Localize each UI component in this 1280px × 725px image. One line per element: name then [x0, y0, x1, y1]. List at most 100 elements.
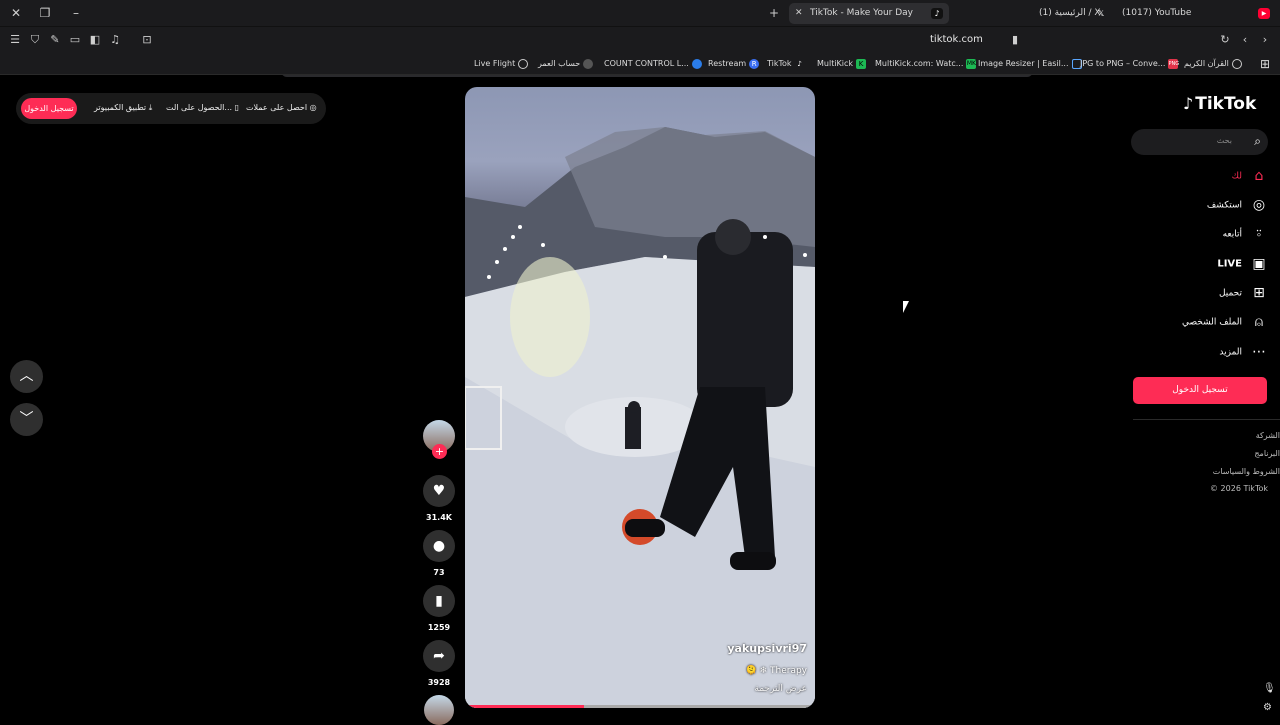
coin-icon: ◎ — [309, 103, 317, 112]
bookmark-restream[interactable]: Restream R — [708, 53, 762, 75]
menu-icon[interactable]: ☰ — [8, 33, 22, 47]
video-username[interactable]: yakupsivri97 — [727, 642, 807, 655]
video-player[interactable]: yakupsivri97 🫠 ❄ Therapy عرض الترجمة — [465, 87, 815, 708]
reload-icon[interactable]: ↻ — [1218, 33, 1232, 47]
tab-tiktok[interactable]: ✕ TikTok - Make Your Day ♪ — [789, 3, 949, 24]
footer-copyright: © 2026 TikTok — [1210, 484, 1268, 493]
back-icon[interactable]: ‹ — [1238, 33, 1252, 47]
profile-icon: ⍝ — [1254, 314, 1264, 330]
live-tv-icon: ▣ — [1252, 256, 1266, 272]
youtube-favicon-icon: ▶ — [1258, 8, 1270, 19]
sidebar-divider — [1133, 419, 1280, 420]
nav-following[interactable]: أتابعه ⍤ — [1223, 223, 1268, 245]
bookmark-age-calc[interactable]: حساب العمر — [538, 53, 596, 75]
url-text[interactable]: tiktok.com — [930, 34, 983, 45]
bookmark-jpg-to-png[interactable]: JPG to PNG – Conve... PNG — [1080, 53, 1181, 75]
video-progress-fill — [465, 705, 584, 708]
music-icon[interactable]: ♫ — [108, 33, 122, 47]
nav-profile[interactable]: الملف الشخصي ⍝ — [1182, 311, 1268, 333]
comment-icon: ● — [432, 538, 446, 554]
bookmark-image-resizer[interactable]: Image Resizer | Easil... — [978, 53, 1085, 75]
video-caption: 🫠 ❄ Therapy — [745, 666, 807, 676]
minimize-window-icon[interactable]: – — [68, 5, 84, 21]
tiktok-note-icon: ♪ — [1183, 94, 1194, 113]
screenshot-icon[interactable]: ⊡ — [140, 33, 154, 47]
chevron-up-icon: ︿ — [19, 368, 34, 384]
extensions-icon[interactable]: ✎ — [48, 33, 62, 47]
creator-avatar[interactable]: + — [423, 420, 455, 459]
restore-window-icon[interactable]: ❐ — [37, 5, 53, 21]
footer-program-link[interactable]: البرنامج — [1254, 449, 1280, 458]
tab-x[interactable]: (1) الرئيسية / X 𝕏 — [1035, 3, 1110, 24]
comment-button[interactable]: ● — [423, 530, 455, 562]
like-button[interactable]: ♥ — [423, 475, 455, 507]
heart-icon: ♥ — [432, 483, 446, 499]
tiktok-icon: ♪ — [797, 59, 802, 68]
bookmarks-bar: Live Flight حساب العمر COUNT CONTROL L..… — [0, 53, 1280, 75]
bookmark-tiktok[interactable]: TikTok ♪ — [767, 53, 808, 75]
home-icon: ⌂ — [1254, 168, 1264, 184]
show-translation-link[interactable]: عرض الترجمة — [754, 684, 807, 694]
video-progress-bar[interactable] — [465, 705, 815, 708]
globe-icon — [518, 58, 529, 69]
previous-video-button[interactable]: ︿ — [10, 360, 43, 393]
nav-explore[interactable]: استكشف ◎ — [1207, 194, 1268, 216]
get-app-button[interactable]: الحصول على الت... ▯ — [166, 100, 239, 116]
comment-count: 73 — [433, 568, 445, 577]
follow-user-icon: ⍤ — [1254, 226, 1264, 242]
search-icon[interactable]: ⌕ — [1254, 134, 1261, 149]
share-button[interactable]: ➦ — [423, 640, 455, 672]
microphone-icon[interactable]: 🎙 — [1263, 683, 1276, 694]
tiktok-favicon-icon: ♪ — [931, 8, 943, 19]
bookmark-icon: ▮ — [435, 593, 443, 609]
close-tab-icon[interactable]: ✕ — [795, 3, 803, 24]
save-count: 1259 — [427, 623, 451, 632]
apps-grid-icon[interactable]: ⊞ — [1260, 53, 1270, 75]
browser-tab-bar: ✕ ❐ – + ✕ TikTok - Make Your Day ♪ (1) ا… — [0, 0, 1280, 27]
tabs-icon[interactable]: ▭ — [68, 33, 82, 47]
calculator-icon — [583, 58, 594, 69]
bookmark-live-flight[interactable]: Live Flight — [474, 53, 531, 75]
tab-youtube[interactable]: (1017) YouTube ▶ — [1118, 3, 1273, 24]
multikick-watch-icon: MK — [966, 58, 977, 69]
settings-icon[interactable]: ⚙ — [1263, 702, 1272, 713]
sound-avatar[interactable] — [424, 695, 454, 725]
footer-company-link[interactable]: الشركة — [1256, 431, 1280, 440]
follow-plus-icon[interactable]: + — [432, 444, 447, 459]
jpg-png-icon: PNG — [1168, 58, 1180, 69]
sidebar-icon[interactable]: ◧ — [88, 33, 102, 47]
shield-icon[interactable]: ⛉ — [28, 33, 42, 47]
compass-icon: ◎ — [1252, 197, 1266, 213]
upload-plus-icon: ⊞ — [1253, 285, 1265, 301]
bookmark-multikick-watch[interactable]: MultiKick.com: Watc... MK — [875, 53, 979, 75]
close-window-icon[interactable]: ✕ — [8, 5, 24, 21]
multikick-icon: K — [856, 58, 867, 69]
nav-live[interactable]: LIVE ▣ — [1217, 253, 1268, 275]
login-button[interactable]: تسجيل الدخول — [1133, 377, 1267, 404]
bookmark-multikick[interactable]: MultiKick K — [817, 53, 869, 75]
nav-upload[interactable]: تحميل ⊞ — [1219, 282, 1268, 304]
forward-icon[interactable]: › — [1258, 33, 1272, 47]
emoji-icons: 🫠 ❄ — [745, 666, 770, 676]
chevron-down-icon: ﹀ — [19, 411, 34, 427]
bookmark-quran[interactable]: القرآن الكريم — [1184, 53, 1245, 75]
top-actions-pill: تسجيل الدخول تطبيق الكمبيوتر ⤓ الحصول عل… — [16, 93, 326, 124]
video-frame-scene — [465, 127, 815, 708]
share-arrow-icon: ➦ — [433, 648, 445, 664]
bookmark-count-control[interactable]: COUNT CONTROL L... — [604, 53, 705, 75]
save-button[interactable]: ▮ — [423, 585, 455, 617]
next-video-button[interactable]: ﹀ — [10, 403, 43, 436]
new-tab-icon[interactable]: + — [766, 5, 782, 21]
desktop-app-button[interactable]: تطبيق الكمبيوتر ⤓ — [94, 100, 152, 116]
get-coins-button[interactable]: احصل على عملات ◎ — [246, 100, 317, 116]
login-button-small[interactable]: تسجيل الدخول — [21, 98, 77, 119]
nav-more[interactable]: المزيد ⋯ — [1219, 341, 1268, 363]
bookmark-icon[interactable]: ▮ — [1008, 33, 1022, 47]
search-input[interactable]: بحث ⌕ — [1131, 129, 1268, 155]
search-placeholder: بحث — [1216, 136, 1232, 145]
nav-for-you[interactable]: لك ⌂ — [1232, 165, 1268, 187]
tiktok-logo[interactable]: ♪ TikTok — [1183, 94, 1256, 114]
browser-toolbar: ☰ ⛉ ✎ ▭ ◧ ♫ ⊡ ▲ ⛊ ↶ ▭ ✕ ∿ ⇋ tiktok.com ▮… — [0, 27, 1280, 77]
footer-terms-link[interactable]: الشروط والسياسات — [1213, 467, 1280, 476]
video-actions: + ♥ 31.4K ● 73 ▮ 1259 ➦ 3928 — [421, 420, 457, 725]
